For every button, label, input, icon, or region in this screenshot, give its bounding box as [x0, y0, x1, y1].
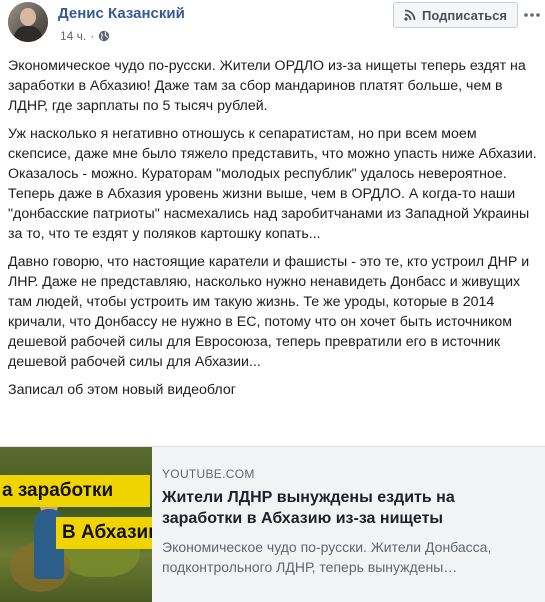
- rss-icon: [404, 9, 416, 21]
- thumbnail-caption-bottom: В Абхазию: [56, 517, 152, 549]
- thumbnail-caption-top: а заработки: [0, 475, 150, 507]
- link-title[interactable]: Жители ЛДНР вынуждены ездить на заработк…: [162, 487, 537, 529]
- link-preview-card[interactable]: а заработки В Абхазию YOUTUBE.COM Жители…: [0, 446, 545, 602]
- post-paragraph: Давно говорю, что настоящие каратели и ф…: [8, 254, 530, 370]
- video-thumbnail[interactable]: а заработки В Абхазию: [0, 447, 152, 602]
- post-body: Экономическое чудо по-русски. Жители ОРД…: [8, 56, 538, 408]
- link-description: Экономическое чудо по-русски. Жители Дон…: [162, 539, 492, 575]
- author-name[interactable]: Денис Казанский: [58, 5, 185, 22]
- post-paragraph: Записал об этом новый видеоблог: [8, 382, 236, 398]
- avatar[interactable]: [8, 2, 48, 42]
- follow-label: Подписаться: [421, 7, 507, 23]
- post-paragraph: Уж насколько я негативно отношусь к сепа…: [8, 126, 537, 242]
- timestamp[interactable]: 14 ч.: [60, 29, 86, 43]
- more-options-button[interactable]: [523, 7, 541, 23]
- more-dots-icon: [524, 13, 540, 17]
- separator-dot: ·: [90, 29, 95, 43]
- link-source: YOUTUBE.COM: [162, 467, 255, 481]
- follow-button[interactable]: Подписаться: [393, 2, 518, 28]
- globe-icon: [99, 30, 110, 42]
- post-header: Денис Казанский 14 ч. · Подписаться: [0, 0, 545, 50]
- post-meta: 14 ч. ·: [60, 29, 110, 43]
- post-paragraph: Экономическое чудо по-русски. Жители ОРД…: [8, 58, 526, 114]
